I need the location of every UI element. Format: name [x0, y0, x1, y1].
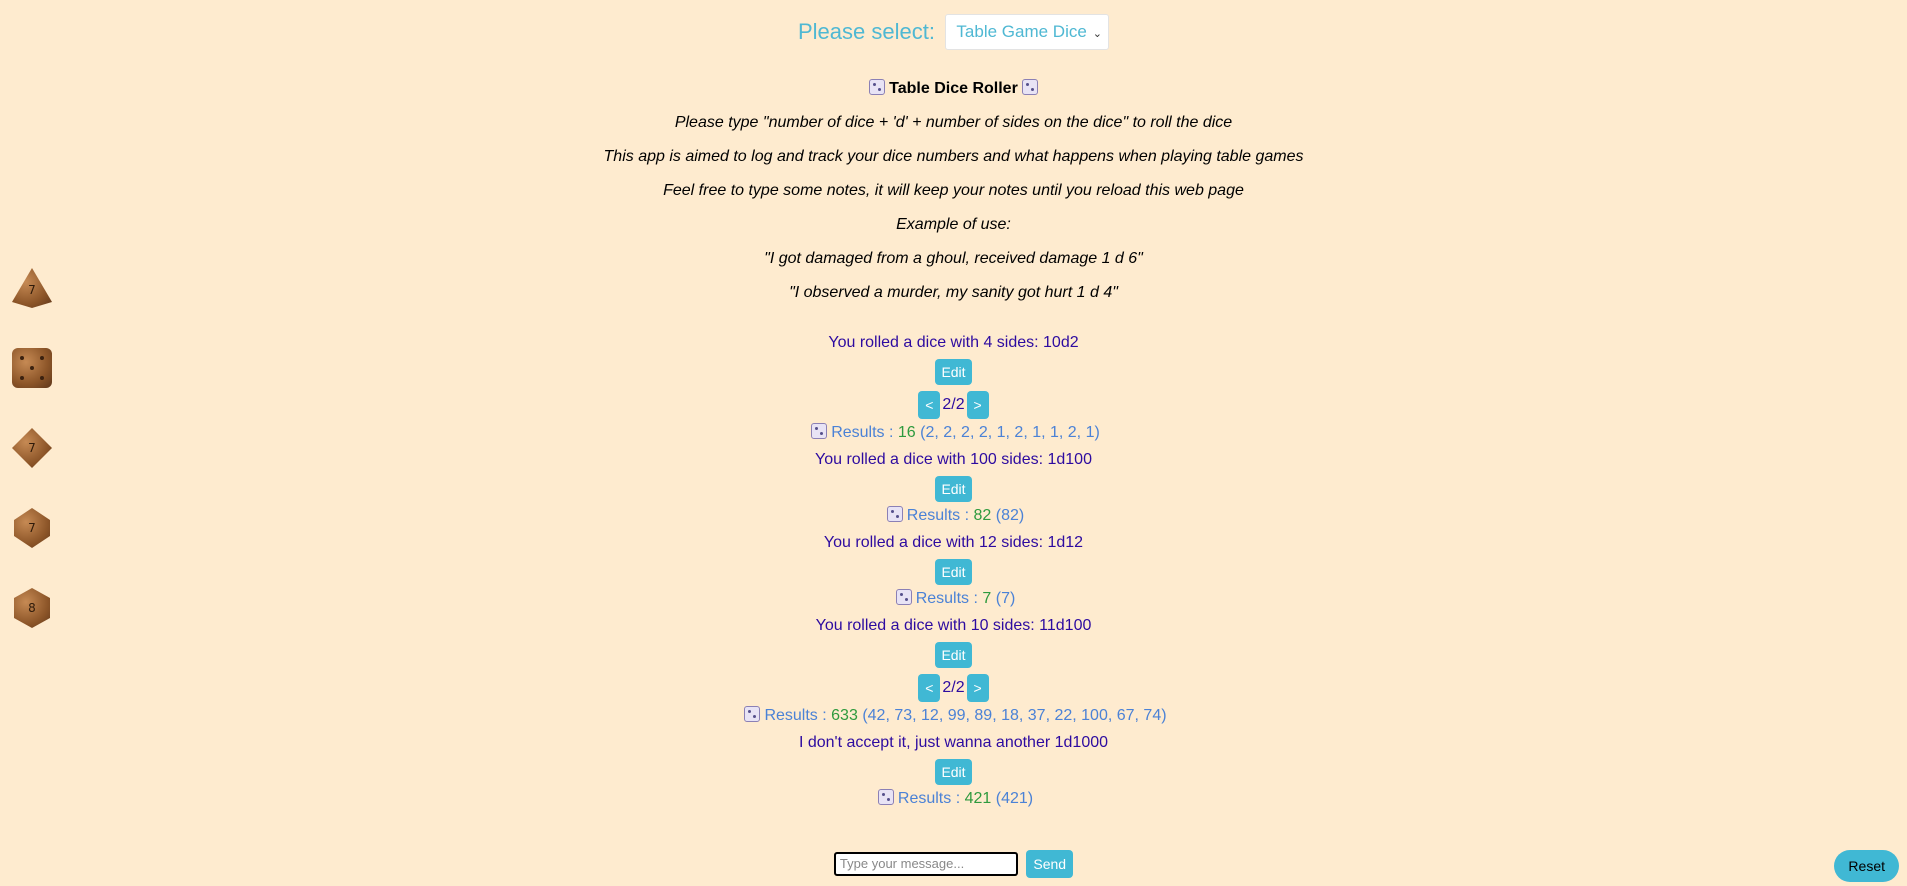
- selected-option: Table Game Dice: [956, 22, 1087, 41]
- chevron-down-icon: ⌄: [1092, 28, 1103, 40]
- title-text: Table Dice Roller: [889, 80, 1018, 97]
- dice-type-select[interactable]: Table Game Dice ⌄: [945, 14, 1110, 50]
- prev-page-button[interactable]: <: [918, 674, 941, 702]
- dice-icon: [886, 506, 903, 522]
- next-page-button[interactable]: >: [966, 674, 989, 702]
- dice-icon: [895, 589, 912, 605]
- reset-button[interactable]: Reset: [1834, 850, 1899, 882]
- results-label: Results :: [764, 707, 827, 724]
- page-indicator: 2/2: [942, 679, 965, 696]
- dice-icon: [1021, 79, 1038, 95]
- roll-results: Results : 7 (7): [0, 588, 1907, 610]
- roll-entry: You rolled a dice with 12 sides: 1d12 Ed…: [0, 532, 1907, 610]
- roll-total: 7: [982, 590, 992, 607]
- roll-message: You rolled a dice with 12 sides: 1d12: [823, 534, 1084, 551]
- roll-total: 16: [897, 424, 916, 441]
- roll-message: You rolled a dice with 4 sides: 10d2: [828, 334, 1079, 351]
- dice-icon: [869, 79, 886, 95]
- roll-message: You rolled a dice with 100 sides: 1d100: [815, 451, 1092, 468]
- roll-values: (7): [995, 590, 1016, 607]
- roll-values: (2, 2, 2, 2, 1, 2, 1, 1, 2, 1): [920, 424, 1100, 441]
- roll-message: I don't accept it, just wanna another 1d…: [798, 734, 1109, 751]
- intro-line: Example of use:: [896, 216, 1011, 233]
- roll-total: 82: [973, 507, 992, 524]
- roll-total: 633: [831, 707, 858, 724]
- edit-button[interactable]: Edit: [935, 642, 972, 668]
- results-label: Results :: [906, 507, 970, 524]
- roll-values: (42, 73, 12, 99, 89, 18, 37, 22, 100, 67…: [862, 707, 1167, 724]
- roll-total: 421: [964, 790, 992, 807]
- edit-button[interactable]: Edit: [935, 476, 972, 502]
- results-label: Results :: [831, 424, 894, 441]
- roll-entry: I don't accept it, just wanna another 1d…: [0, 732, 1907, 810]
- send-button[interactable]: Send: [1026, 850, 1074, 878]
- edit-button[interactable]: Edit: [935, 359, 972, 385]
- select-label: Please select:: [797, 19, 935, 44]
- dice-type-selector-row: Please select: Table Game Dice ⌄: [0, 14, 1907, 50]
- prev-page-button[interactable]: <: [918, 391, 941, 419]
- dice-icon: [877, 789, 894, 805]
- roll-message: You rolled a dice with 10 sides: 11d100: [815, 617, 1092, 634]
- results-label: Results :: [915, 590, 978, 607]
- intro-line: "I observed a murder, my sanity got hurt…: [789, 284, 1118, 301]
- dice-icon: [811, 423, 828, 439]
- intro-line: "I got damaged from a ghoul, received da…: [764, 250, 1143, 267]
- intro-line: Feel free to type some notes, it will ke…: [663, 182, 1244, 199]
- roll-entry: You rolled a dice with 10 sides: 11d100 …: [0, 615, 1907, 727]
- message-composer: Type your message... Send: [0, 850, 1907, 878]
- pager: <2/2 >: [0, 674, 1907, 702]
- roll-results: Results : 82 (82): [0, 505, 1907, 527]
- roll-values: (421): [995, 790, 1034, 807]
- roll-results: Results : 16 (2, 2, 2, 2, 1, 2, 1, 1, 2,…: [0, 422, 1907, 444]
- page-title: Table Dice Roller: [0, 78, 1907, 100]
- roll-log: You rolled a dice with 4 sides: 10d2 Edi…: [0, 330, 1907, 815]
- page-indicator: 2/2: [942, 396, 965, 413]
- intro-section: Table Dice Roller Please type "number of…: [0, 78, 1907, 316]
- intro-line: Please type "number of dice + 'd' + numb…: [674, 114, 1233, 131]
- intro-line: This app is aimed to log and track your …: [603, 148, 1304, 165]
- results-label: Results :: [897, 790, 961, 807]
- dice-icon: [744, 706, 761, 722]
- roll-entry: You rolled a dice with 100 sides: 1d100 …: [0, 449, 1907, 527]
- roll-results: Results : 633 (42, 73, 12, 99, 89, 18, 3…: [0, 705, 1907, 727]
- edit-button[interactable]: Edit: [935, 559, 972, 585]
- message-input[interactable]: Type your message...: [833, 852, 1018, 876]
- roll-results: Results : 421 (421): [0, 788, 1907, 810]
- roll-values: (82): [995, 507, 1025, 524]
- roll-entry: You rolled a dice with 4 sides: 10d2 Edi…: [0, 332, 1907, 444]
- edit-button[interactable]: Edit: [935, 759, 972, 785]
- pager: <2/2 >: [0, 391, 1907, 419]
- next-page-button[interactable]: >: [966, 391, 989, 419]
